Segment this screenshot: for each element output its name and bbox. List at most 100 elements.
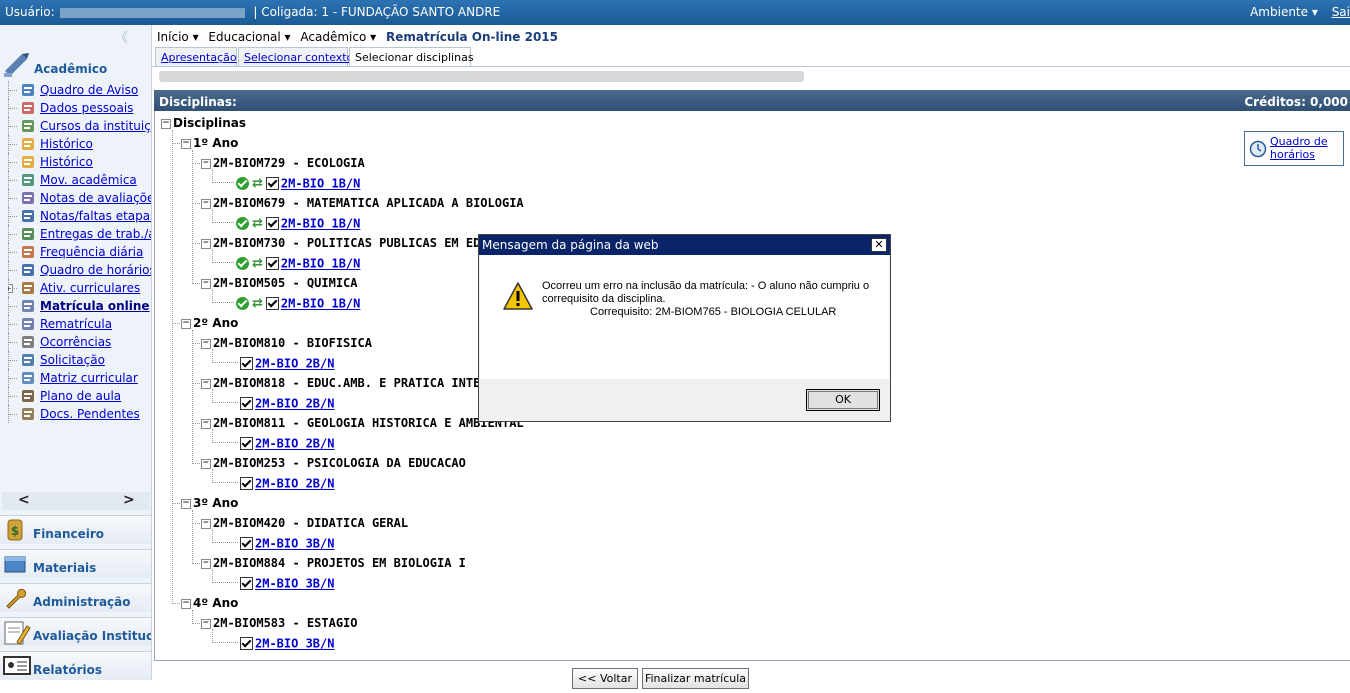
sidebar-item-4[interactable]: Histórico: [8, 153, 151, 171]
collapse-node-icon[interactable]: −: [201, 378, 211, 389]
turma-link[interactable]: 2M-BIO 1B/N: [281, 177, 360, 191]
turma-link[interactable]: 2M-BIO 3B/N: [255, 577, 334, 591]
dialog-close-button[interactable]: ✕: [871, 238, 887, 252]
sidebar-item-14[interactable]: Ocorrências: [8, 333, 151, 351]
scroll-right-button[interactable]: >: [123, 492, 135, 508]
turma-checkbox[interactable]: [240, 397, 253, 410]
sidebar-item-7[interactable]: Notas/faltas etapas: [8, 207, 151, 225]
discipline-node[interactable]: −2M-BIOM420 - DIDATICA GERAL: [201, 516, 408, 530]
tree-year-2[interactable]: −3º Ano: [181, 496, 238, 510]
discipline-node[interactable]: −2M-BIOM729 - ECOLOGIA: [201, 156, 365, 170]
collapse-sidebar-button[interactable]: 《: [115, 27, 128, 46]
section-financeiro[interactable]: $ Financeiro: [0, 515, 151, 544]
expand-icon[interactable]: +: [8, 284, 13, 293]
sidebar-item-11[interactable]: + Ativ. curriculares: [8, 279, 151, 297]
swap-icon[interactable]: ⇄: [252, 296, 263, 311]
academic-section-header[interactable]: Acadêmico: [2, 51, 150, 79]
breadcrumb-academico[interactable]: Acadêmico ▾: [300, 30, 376, 44]
discipline-node[interactable]: −2M-BIOM679 - MATEMATICA APLICADA A BIOL…: [201, 196, 524, 210]
turma-checkbox[interactable]: [240, 637, 253, 650]
collapse-node-icon[interactable]: −: [161, 118, 171, 129]
sidebar-item-0[interactable]: Quadro de Aviso: [8, 81, 151, 99]
discipline-node[interactable]: −2M-BIOM811 - GEOLOGIA HISTORICA E AMBIE…: [201, 416, 524, 430]
discipline-node[interactable]: −2M-BIOM810 - BIOFISICA: [201, 336, 372, 350]
turma-checkbox[interactable]: [265, 297, 279, 310]
turma-link[interactable]: 2M-BIO 2B/N: [255, 437, 334, 451]
discipline-node[interactable]: −2M-BIOM583 - ESTAGIO: [201, 616, 358, 630]
dialog-ok-button[interactable]: OK: [806, 389, 880, 411]
sidebar-item-3[interactable]: Histórico: [8, 135, 151, 153]
sidebar-item-15[interactable]: Solicitação: [8, 351, 151, 369]
sidebar-item-17[interactable]: Plano de aula: [8, 387, 151, 405]
sidebar-item-18[interactable]: Docs. Pendentes: [8, 405, 151, 423]
turma-link[interactable]: 2M-BIO 1B/N: [281, 217, 360, 231]
ambiente-menu[interactable]: Ambiente ▾: [1250, 5, 1318, 19]
sidebar-item-6[interactable]: Notas de avaliações: [8, 189, 151, 207]
discipline-node[interactable]: −2M-BIOM730 - POLITICAS PUBLICAS EM ED: [201, 236, 480, 250]
logout-link[interactable]: Sai: [1332, 5, 1350, 19]
scroll-left-button[interactable]: <: [18, 492, 30, 508]
tree-year-0[interactable]: −1º Ano: [181, 136, 238, 150]
section-avaliacao-institucional[interactable]: Avaliação Institucional: [0, 617, 151, 646]
collapse-node-icon[interactable]: −: [201, 518, 211, 529]
collapse-node-icon[interactable]: −: [181, 598, 191, 609]
discipline-node[interactable]: −2M-BIOM884 - PROJETOS EM BIOLOGIA I: [201, 556, 466, 570]
discipline-node[interactable]: −2M-BIOM818 - EDUC.AMB. E PRATICA INTE: [201, 376, 480, 390]
turma-checkbox[interactable]: [240, 537, 253, 550]
sidebar-item-2[interactable]: Cursos da instituição: [8, 117, 151, 135]
sidebar-item-16[interactable]: Matriz curricular: [8, 369, 151, 387]
turma-checkbox[interactable]: [240, 577, 253, 590]
collapse-node-icon[interactable]: −: [201, 238, 211, 249]
turma-checkbox[interactable]: [240, 357, 253, 370]
turma-link[interactable]: 2M-BIO 2B/N: [255, 477, 334, 491]
swap-icon[interactable]: ⇄: [252, 176, 263, 191]
section-relatorios[interactable]: Relatórios: [0, 651, 151, 680]
turma-link[interactable]: 2M-BIO 2B/N: [255, 397, 334, 411]
tab-selecionar-contexto[interactable]: Selecionar contexto: [238, 47, 353, 66]
collapse-node-icon[interactable]: −: [201, 198, 211, 209]
collapse-node-icon[interactable]: −: [181, 498, 191, 509]
tree-root[interactable]: − Disciplinas: [161, 116, 246, 130]
collapse-node-icon[interactable]: −: [201, 458, 211, 469]
sidebar-item-1[interactable]: Dados pessoais: [8, 99, 151, 117]
section-administracao[interactable]: Administração: [0, 583, 151, 612]
turma-link[interactable]: 2M-BIO 1B/N: [281, 297, 360, 311]
finalize-enrollment-button[interactable]: Finalizar matrícula: [642, 668, 749, 689]
back-button[interactable]: << Voltar: [572, 668, 638, 689]
collapse-node-icon[interactable]: −: [201, 158, 211, 169]
collapse-node-icon[interactable]: −: [201, 618, 211, 629]
schedule-button[interactable]: Quadro de horários: [1244, 131, 1344, 166]
sidebar-item-5[interactable]: Mov. acadêmica: [8, 171, 151, 189]
turma-checkbox[interactable]: [265, 217, 279, 230]
tree-year-1[interactable]: −2º Ano: [181, 316, 238, 330]
swap-icon[interactable]: ⇄: [252, 256, 263, 271]
turma-link[interactable]: 2M-BIO 2B/N: [255, 357, 334, 371]
turma-link[interactable]: 2M-BIO 1B/N: [281, 257, 360, 271]
collapse-node-icon[interactable]: −: [181, 138, 191, 149]
breadcrumb-inicio[interactable]: Início ▾: [157, 30, 199, 44]
section-materiais[interactable]: Materiais: [0, 549, 151, 578]
discipline-node[interactable]: −2M-BIOM253 - PSICOLOGIA DA EDUCACAO: [201, 456, 466, 470]
swap-icon[interactable]: ⇄: [252, 216, 263, 231]
turma-checkbox[interactable]: [265, 177, 279, 190]
collapse-node-icon[interactable]: −: [201, 418, 211, 429]
collapse-node-icon[interactable]: −: [201, 338, 211, 349]
collapse-node-icon[interactable]: −: [201, 558, 211, 569]
turma-checkbox[interactable]: [240, 437, 253, 450]
sidebar-item-10[interactable]: Quadro de horários: [8, 261, 151, 279]
tree-year-3[interactable]: −4º Ano: [181, 596, 238, 610]
turma-checkbox[interactable]: [240, 477, 253, 490]
collapse-node-icon[interactable]: −: [181, 318, 191, 329]
tab-selecionar-disciplinas[interactable]: Selecionar disciplinas: [349, 47, 474, 67]
tab-apresentacao[interactable]: Apresentação: [155, 47, 237, 66]
breadcrumb-educacional[interactable]: Educacional ▾: [208, 30, 290, 44]
sidebar-item-13[interactable]: Rematrícula: [8, 315, 151, 333]
discipline-node[interactable]: −2M-BIOM505 - QUIMICA: [201, 276, 358, 290]
sidebar-item-9[interactable]: Frequência diária: [8, 243, 151, 261]
turma-link[interactable]: 2M-BIO 3B/N: [255, 637, 334, 651]
sidebar-item-12[interactable]: Matrícula online: [8, 297, 151, 315]
sidebar-item-8[interactable]: Entregas de trab./av: [8, 225, 151, 243]
turma-checkbox[interactable]: [265, 257, 279, 270]
collapse-node-icon[interactable]: −: [201, 278, 211, 289]
turma-link[interactable]: 2M-BIO 3B/N: [255, 537, 334, 551]
